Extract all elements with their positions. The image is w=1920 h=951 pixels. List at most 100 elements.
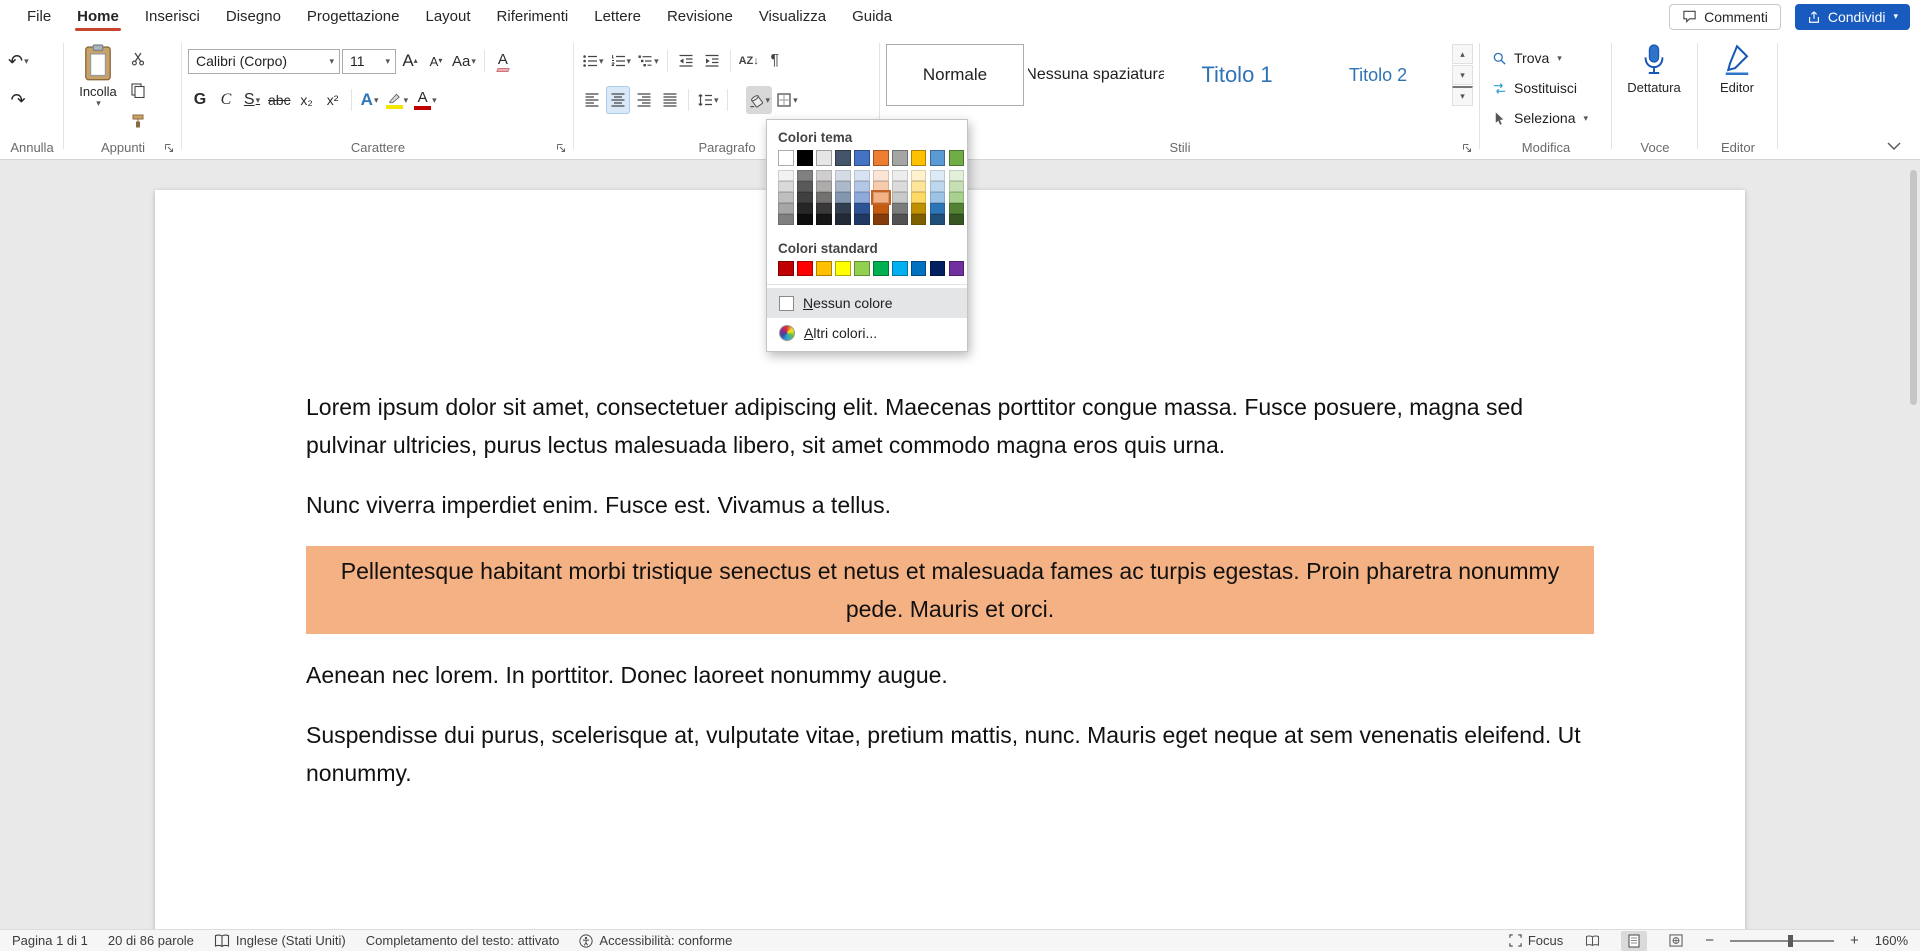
highlight-color-button[interactable]: ▾ [384,86,411,114]
color-swatch[interactable] [854,203,870,214]
format-painter-button[interactable] [126,107,150,135]
paragraph[interactable]: Nunc viverra imperdiet enim. Fusce est. … [306,486,1594,524]
dialog-launcher-icon[interactable] [555,142,567,154]
text-effects-button[interactable]: A▾ [358,86,382,114]
align-center-button[interactable] [606,86,630,114]
strikethrough-button[interactable]: abc [266,86,293,114]
text-completion-status[interactable]: Completamento del testo: attivato [366,933,560,948]
find-button[interactable]: Trova ▾ [1486,45,1606,71]
menu-tab-disegno[interactable]: Disegno [213,0,294,33]
menu-tab-progettazione[interactable]: Progettazione [294,0,413,33]
replace-button[interactable]: Sostituisci [1486,75,1606,101]
redo-button[interactable]: ↷ [6,86,30,114]
color-swatch[interactable] [778,261,794,277]
color-swatch[interactable] [778,214,794,225]
color-swatch[interactable] [911,150,927,166]
color-swatch[interactable] [835,192,851,203]
more-colors-item[interactable]: Altri colori... [767,318,967,348]
color-swatch[interactable] [930,181,946,192]
color-swatch[interactable] [892,214,908,225]
paragraph[interactable]: Suspendisse dui purus, scelerisque at, v… [306,716,1594,792]
color-swatch[interactable] [949,192,965,203]
color-swatch[interactable] [797,170,813,181]
focus-toggle[interactable]: Focus [1509,933,1563,948]
sort-button[interactable]: AZ↓ [737,47,761,75]
page-indicator[interactable]: Pagina 1 di 1 [12,933,88,948]
color-swatch[interactable] [835,203,851,214]
word-count[interactable]: 20 di 86 parole [108,933,194,948]
color-swatch[interactable] [797,181,813,192]
menu-tab-guida[interactable]: Guida [839,0,905,33]
color-swatch[interactable] [797,192,813,203]
color-swatch[interactable] [854,170,870,181]
color-swatch[interactable] [835,214,851,225]
color-swatch[interactable] [892,150,908,166]
color-swatch[interactable] [873,150,889,166]
color-swatch[interactable] [949,214,965,225]
color-swatch[interactable] [778,150,794,166]
color-swatch[interactable] [816,203,832,214]
select-button[interactable]: Seleziona ▾ [1486,105,1606,131]
gallery-scroll-down-button[interactable]: ▾ [1452,65,1473,85]
color-swatch[interactable] [949,181,965,192]
color-swatch[interactable] [854,214,870,225]
color-swatch[interactable] [835,150,851,166]
line-spacing-button[interactable]: ▾ [695,86,721,114]
color-swatch[interactable] [816,170,832,181]
justify-button[interactable] [658,86,682,114]
color-swatch[interactable] [835,261,851,277]
grow-font-button[interactable]: A▴ [398,47,422,75]
zoom-slider[interactable] [1730,940,1834,942]
color-swatch[interactable] [873,181,889,192]
color-swatch[interactable] [873,203,889,214]
no-color-item[interactable]: Nessun colore [767,288,967,318]
color-swatch[interactable] [930,150,946,166]
color-swatch[interactable] [816,214,832,225]
color-swatch[interactable] [816,181,832,192]
vertical-scrollbar[interactable] [1908,164,1919,925]
color-swatch[interactable] [854,181,870,192]
color-swatch[interactable] [873,214,889,225]
style-normal[interactable]: Normale [886,44,1024,106]
bullets-button[interactable]: ▾ [580,47,606,75]
copy-button[interactable] [126,76,150,104]
underline-button[interactable]: S▾ [240,86,264,114]
color-swatch[interactable] [949,203,965,214]
align-right-button[interactable] [632,86,656,114]
color-swatch[interactable] [911,261,927,277]
proofing-status[interactable]: Inglese (Stati Uniti) [214,933,346,948]
dialog-launcher-icon[interactable] [1461,142,1473,154]
scrollbar-thumb[interactable] [1910,170,1917,405]
menu-tab-home[interactable]: Home [64,0,132,33]
numbering-button[interactable]: ▾ [608,47,634,75]
align-left-button[interactable] [580,86,604,114]
color-swatch[interactable] [930,214,946,225]
color-swatch[interactable] [873,261,889,277]
dialog-launcher-icon[interactable] [163,142,175,154]
color-swatch[interactable] [949,170,965,181]
menu-tab-file[interactable]: File [14,0,64,33]
subscript-button[interactable]: x₂ [295,86,319,114]
italic-button[interactable]: C [214,86,238,114]
shading-button[interactable]: ▾ [746,86,773,114]
zoom-out-button[interactable]: − [1705,932,1714,949]
color-swatch[interactable] [949,261,965,277]
zoom-slider-thumb[interactable] [1788,935,1793,947]
cut-button[interactable] [126,45,150,73]
read-mode-button[interactable] [1579,931,1605,951]
bold-button[interactable]: G [188,86,212,114]
zoom-in-button[interactable]: + [1850,932,1859,949]
color-swatch[interactable] [778,192,794,203]
print-layout-button[interactable] [1621,931,1647,951]
clear-formatting-button[interactable]: A [491,47,515,75]
color-swatch[interactable] [949,150,965,166]
color-swatch[interactable] [930,261,946,277]
shrink-font-button[interactable]: A▾ [424,47,448,75]
color-swatch[interactable] [892,181,908,192]
menu-tab-revisione[interactable]: Revisione [654,0,746,33]
share-button[interactable]: Condividi ▾ [1795,4,1910,30]
color-swatch[interactable] [930,192,946,203]
color-swatch[interactable] [873,192,889,203]
font-size-select[interactable]: 11 ▾ [342,49,396,74]
color-swatch[interactable] [911,181,927,192]
